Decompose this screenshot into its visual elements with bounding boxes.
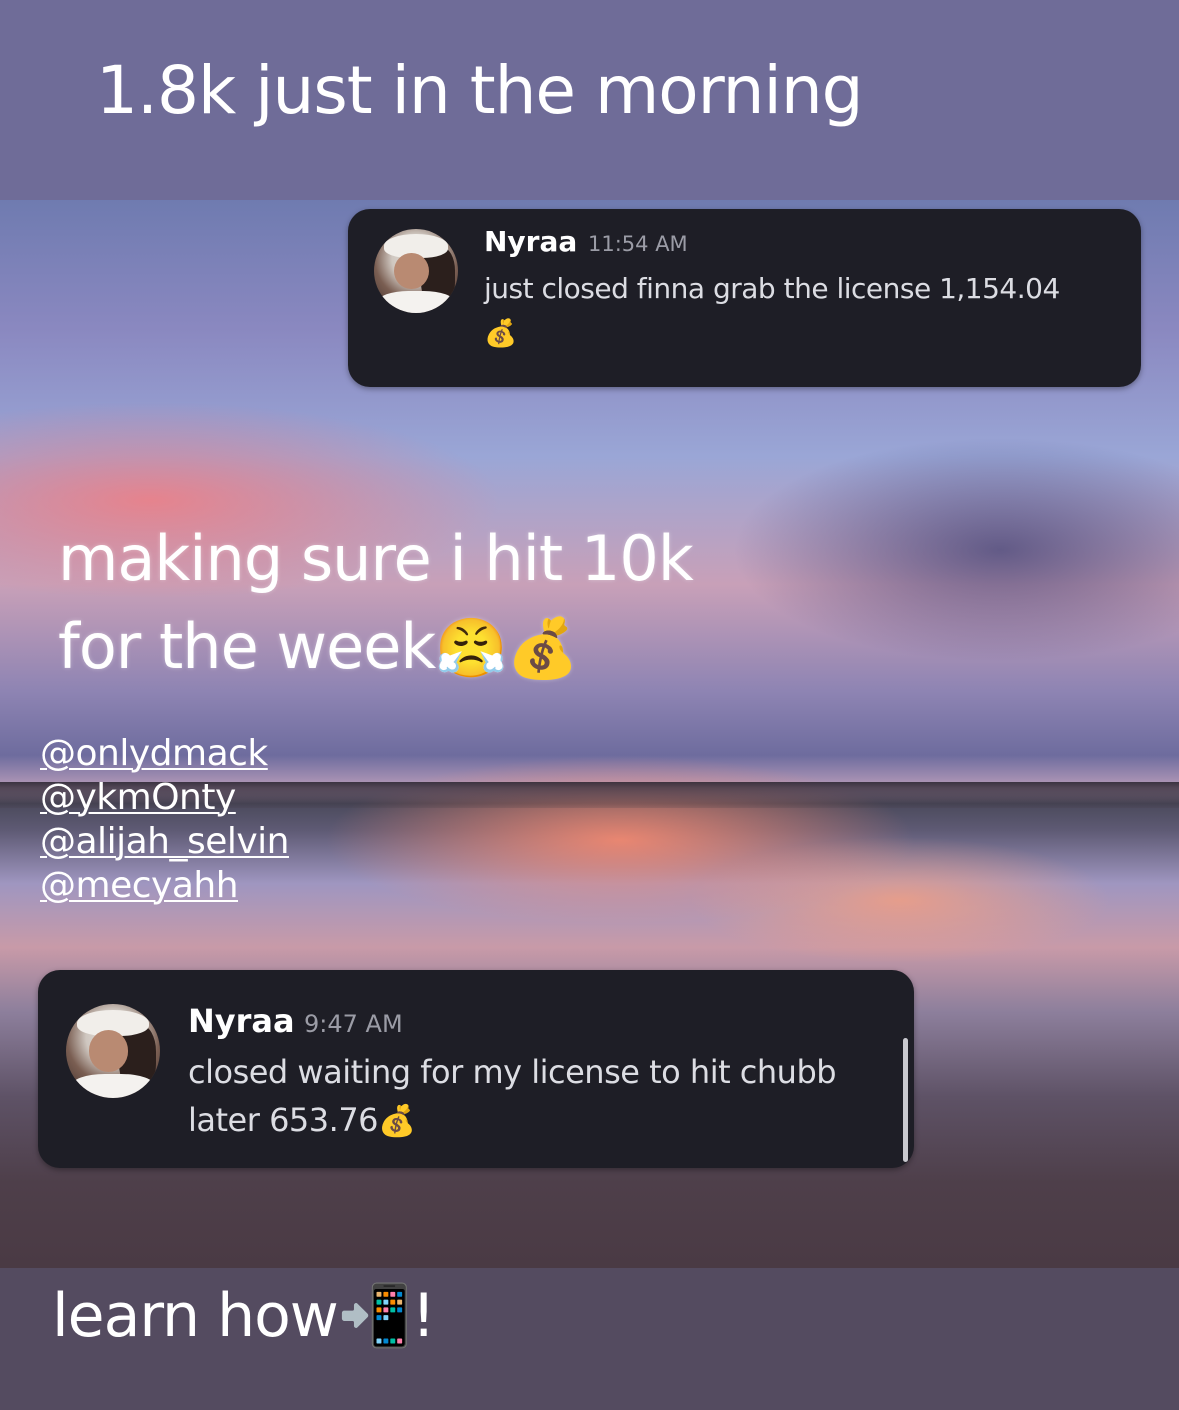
caption-line-2: for the week — [58, 610, 436, 683]
avatar[interactable] — [66, 1004, 160, 1098]
chat-message-card[interactable]: Nyraa 11:54 AM just closed finna grab th… — [348, 209, 1141, 387]
story-caption: making sure i hit 10k for the week😤💰 — [58, 515, 758, 692]
message-text: closed waiting for my license to hit chu… — [188, 1053, 837, 1139]
mention-link[interactable]: @onlydmack — [40, 732, 289, 776]
mobile-phone-arrow-icon: 📲! — [337, 1281, 436, 1351]
mention-link[interactable]: @ykmOnty — [40, 776, 289, 820]
message-username[interactable]: Nyraa — [188, 1002, 295, 1040]
message-username[interactable]: Nyraa — [484, 225, 577, 258]
message-text: just closed finna grab the license 1,154… — [484, 272, 1060, 305]
message-timestamp: 11:54 AM — [588, 232, 688, 256]
learn-how-text: learn how — [52, 1281, 339, 1351]
scrollbar[interactable] — [903, 1038, 908, 1162]
mention-list: @onlydmack @ykmOnty @alijah_selvin @mecy… — [40, 732, 289, 908]
steam-face-money-bag-icon: 😤💰 — [435, 614, 578, 682]
money-bag-icon: 💰 — [484, 318, 517, 349]
avatar[interactable] — [374, 229, 458, 313]
avatar-shirt — [70, 1073, 156, 1098]
message-body: just closed finna grab the license 1,154… — [484, 267, 1104, 356]
mention-link[interactable]: @mecyahh — [40, 864, 289, 908]
caption-line-1: making sure i hit 10k — [58, 522, 694, 595]
chat-message-card[interactable]: Nyraa 9:47 AM closed waiting for my lice… — [38, 970, 914, 1168]
headline-text: 1.8k just in the morning — [96, 52, 864, 129]
money-bag-icon: 💰 — [378, 1104, 416, 1139]
avatar-face — [88, 1030, 129, 1072]
message-timestamp: 9:47 AM — [304, 1010, 403, 1038]
learn-how-link[interactable]: learn how📲! — [52, 1276, 436, 1356]
avatar-shirt — [378, 291, 454, 313]
mention-link[interactable]: @alijah_selvin — [40, 820, 289, 864]
message-body: closed waiting for my license to hit chu… — [188, 1048, 878, 1146]
